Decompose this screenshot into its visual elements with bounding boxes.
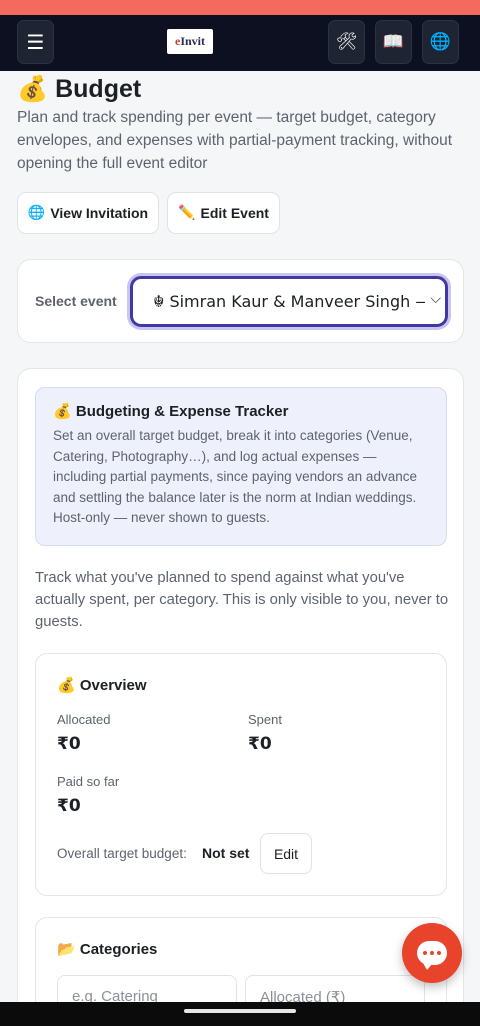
overview-title-text: Overview	[79, 677, 147, 694]
folder-icon: 📂	[57, 940, 76, 958]
view-invitation-button[interactable]: 🌐 View Invitation	[17, 192, 159, 234]
money-bag-icon: 💰	[17, 74, 49, 103]
categories-title-text: Categories	[79, 941, 158, 958]
guide-button[interactable]: 📖	[375, 20, 412, 64]
edit-target-button[interactable]: Edit	[260, 833, 312, 874]
target-budget-value: Not set	[202, 845, 250, 861]
money-bag-icon: 💰	[53, 402, 72, 420]
target-budget-label: Overall target budget:	[57, 846, 187, 861]
top-nav: ☰ e Invit 🛠 📖 🌐	[0, 15, 480, 71]
event-select-value: ☬ Simran Kaur & Manveer Singh — 2	[153, 292, 425, 311]
chat-bubble-icon	[417, 941, 447, 970]
categories-title: 📂 Categories	[57, 940, 157, 958]
book-icon: 📖	[382, 32, 405, 52]
money-bag-icon: 💰	[57, 676, 76, 694]
chevron-down-icon: ⌵	[430, 291, 441, 307]
allocated-value: ₹0	[57, 734, 81, 754]
edit-event-button[interactable]: ✏️ Edit Event	[167, 192, 280, 234]
select-event-label: Select event	[35, 293, 117, 309]
menu-button[interactable]: ☰	[17, 20, 54, 64]
tools-button[interactable]: 🛠	[328, 20, 365, 64]
track-description: Track what you've planned to spend again…	[35, 570, 449, 630]
globe-icon: 🌐	[27, 205, 46, 221]
spent-value: ₹0	[248, 734, 272, 754]
spent-label: Spent	[248, 712, 282, 727]
globe-icon: 🌐	[429, 32, 452, 52]
status-bar	[0, 0, 480, 15]
app-logo[interactable]: e Invit	[167, 29, 213, 54]
page-title: 💰 Budget	[17, 74, 141, 104]
info-body: Set an overall target budget, break it i…	[53, 428, 417, 525]
allocated-label: Allocated	[57, 712, 111, 727]
page-description: Plan and track spending per event — targ…	[17, 109, 453, 172]
home-indicator[interactable]	[184, 1009, 296, 1013]
edit-event-label: Edit Event	[200, 205, 269, 221]
paid-label: Paid so far	[57, 774, 120, 789]
gesture-bar	[0, 1002, 480, 1026]
paid-value: ₹0	[57, 796, 81, 816]
event-select-card: Select event ☬ Simran Kaur & Manveer Sin…	[17, 259, 464, 343]
page-title-text: Budget	[55, 75, 142, 103]
info-box: 💰 Budgeting & Expense Tracker Set an ove…	[35, 387, 447, 546]
info-title-text: Budgeting & Expense Tracker	[75, 403, 289, 420]
budget-card: 💰 Budgeting & Expense Tracker Set an ove…	[17, 368, 464, 1026]
overview-title: 💰 Overview	[57, 676, 147, 694]
language-button[interactable]: 🌐	[422, 20, 459, 64]
event-select[interactable]: ☬ Simran Kaur & Manveer Singh — 2 ⌵	[130, 276, 448, 327]
hamburger-icon: ☰	[26, 30, 45, 54]
view-invitation-label: View Invitation	[50, 205, 149, 221]
chat-button[interactable]	[402, 923, 462, 983]
pencil-icon: ✏️	[178, 205, 196, 221]
info-title: 💰 Budgeting & Expense Tracker	[53, 402, 429, 420]
overview-panel: 💰 Overview Allocated ₹0 Spent ₹0 Paid so…	[35, 653, 447, 896]
tools-icon: 🛠	[335, 32, 358, 52]
